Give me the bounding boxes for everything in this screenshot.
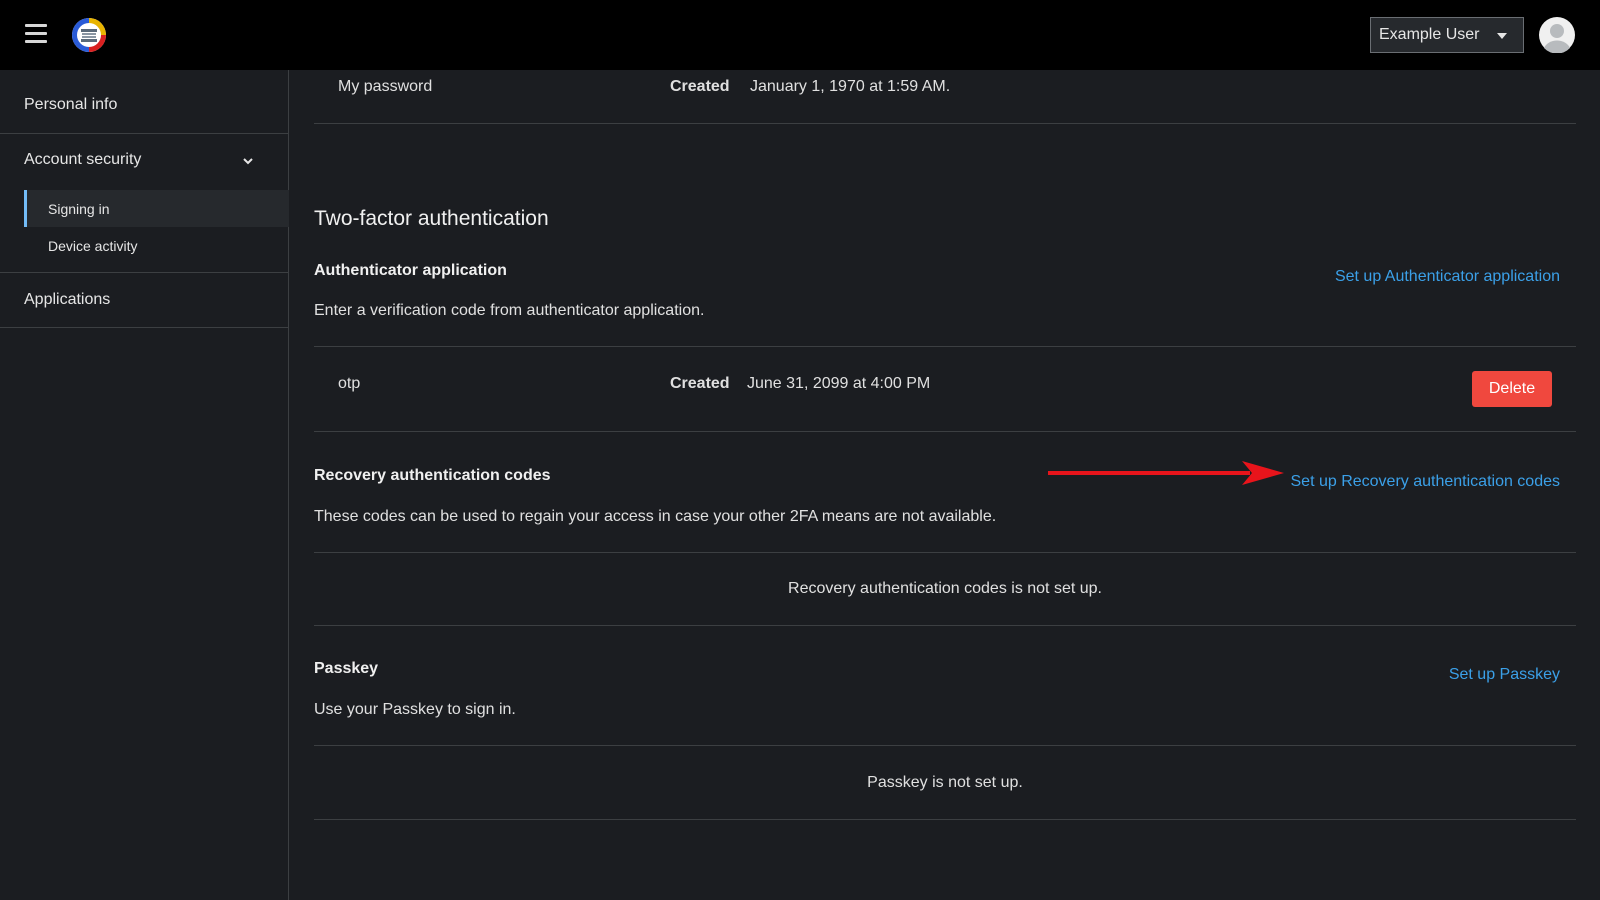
delete-otp-button[interactable]: Delete xyxy=(1472,371,1552,407)
divider xyxy=(314,745,1576,746)
chevron-down-icon xyxy=(243,158,253,165)
divider xyxy=(314,625,1576,626)
two-factor-title: Two-factor authentication xyxy=(314,207,549,230)
passkey-description: Use your Passkey to sign in. xyxy=(314,701,516,718)
password-created-label: Created xyxy=(670,78,730,95)
divider xyxy=(314,819,1576,820)
setup-recovery-codes-link[interactable]: Set up Recovery authentication codes xyxy=(1291,473,1561,491)
otp-created-value: June 31, 2099 at 4:00 PM xyxy=(747,375,931,392)
main-content: My password Created January 1, 1970 at 1… xyxy=(314,70,1576,900)
sidebar-item-device-activity[interactable]: Device activity xyxy=(24,227,289,264)
sidebar-divider xyxy=(0,327,289,328)
top-bar: Example User xyxy=(0,0,1600,70)
recovery-codes-title: Recovery authentication codes xyxy=(314,467,551,484)
setup-passkey-link[interactable]: Set up Passkey xyxy=(1449,666,1560,684)
password-created-value: January 1, 1970 at 1:59 AM. xyxy=(750,78,951,95)
sidebar-item-label: Account security xyxy=(24,151,142,168)
recovery-codes-empty-state: Recovery authentication codes is not set… xyxy=(788,580,1102,597)
sidebar-item-signing-in[interactable]: Signing in xyxy=(24,190,289,227)
sidebar-item-personal-info[interactable]: Personal info xyxy=(0,96,289,114)
recovery-codes-description: These codes can be used to regain your a… xyxy=(314,508,997,525)
hamburger-menu-icon[interactable] xyxy=(25,24,47,44)
otp-item-label: otp xyxy=(338,375,361,392)
authenticator-description: Enter a verification code from authentic… xyxy=(314,302,705,319)
authenticator-title: Authenticator application xyxy=(314,262,507,279)
divider xyxy=(314,552,1576,553)
password-label: My password xyxy=(338,78,433,95)
passkey-title: Passkey xyxy=(314,660,379,677)
divider xyxy=(314,123,1576,124)
caret-down-icon xyxy=(1497,33,1507,39)
otp-created-label: Created xyxy=(670,375,730,392)
divider xyxy=(314,431,1576,432)
annotation-arrow-icon xyxy=(1048,461,1284,485)
sidebar-divider xyxy=(0,133,289,134)
user-name-label: Example User xyxy=(1379,26,1480,43)
user-avatar-icon[interactable] xyxy=(1539,17,1575,53)
sidebar-item-label: Device activity xyxy=(48,237,138,254)
sidebar-item-label: Personal info xyxy=(24,96,118,113)
sidebar-item-label: Applications xyxy=(24,291,111,308)
sidebar-item-applications[interactable]: Applications xyxy=(0,291,289,309)
sidebar: Personal info Account security Signing i… xyxy=(0,70,289,900)
user-dropdown[interactable]: Example User xyxy=(1370,17,1524,53)
sidebar-item-account-security[interactable]: Account security xyxy=(0,151,289,169)
sidebar-item-label: Signing in xyxy=(48,200,110,217)
brand-logo-icon[interactable] xyxy=(71,17,107,53)
divider xyxy=(314,346,1576,347)
passkey-empty-state: Passkey is not set up. xyxy=(867,774,1023,791)
sidebar-divider xyxy=(0,272,289,273)
setup-authenticator-link[interactable]: Set up Authenticator application xyxy=(1335,268,1560,286)
